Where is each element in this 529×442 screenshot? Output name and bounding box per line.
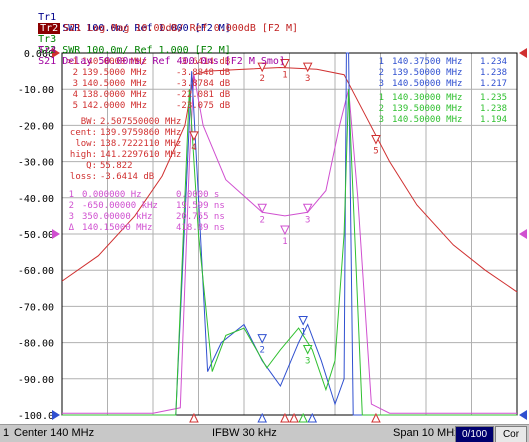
tr4-marker-2-label: 2 [259,215,264,225]
tr4-table-id-3: Δ [69,223,75,233]
bandwidth-label-5: loss: [70,172,97,182]
tr3-table-val-0: 1.235 [480,93,507,103]
y-axis-label: -20.00 [18,121,54,132]
tr2-marker-4-label: 4 [191,143,196,153]
bandwidth-label-1: cent: [70,128,97,138]
status-bar: 1 Center 140 MHz IFBW 30 kHz Span 10 MHz… [0,424,529,442]
tr3-table-freq-1: 139.50000 MHz [392,104,462,114]
tr1-marker-1-label: 1 [300,328,305,338]
bandwidth-value-3: 141.2297610 MHz [100,150,181,160]
y-axis-label: -30.00 [18,158,54,169]
y-axis-label: -100.0 [18,411,54,422]
bandwidth-value-4: 55.822 [100,161,133,171]
bandwidth-label-3: high: [70,150,97,160]
y-axis-label: -40.00 [18,194,54,205]
tr4-table-val-0: 0.0000 s [176,190,219,200]
tr2-table-val-4: -23.075 dB [176,101,230,111]
tr3-table-val-1: 1.238 [480,104,507,114]
tr4-table-val-1: 19.599 ns [176,201,225,211]
bandwidth-value-5: -3.6414 dB [100,172,154,182]
vna-window: 0.000 -10.00 -20.00 -30.00 -40.00 -50.00 -60.0… [0,0,529,442]
tr1-table-val-0: 1.234 [480,57,507,67]
trace-4-label: Tr4 [38,45,57,56]
span-setting[interactable]: Span 10 MHz [393,427,460,439]
tr1-table-val-1: 1.238 [480,68,507,78]
tr1-table-id-2: 3 [379,79,384,89]
tr4-marker-1-label: 1 [282,237,287,247]
tr2-marker-3-label: 3 [305,74,310,84]
tr4-table-freq-3: 140.15000 MHz [82,223,152,233]
bandwidth-value-0: 2.507550000 MHz [100,117,181,127]
tr4-table-val-2: 20.755 ns [176,212,225,222]
tr2-table-val-3: -22.081 dB [176,90,230,100]
bandwidth-label-2: low: [75,139,97,149]
tr3-table-id-1: 2 [379,104,384,114]
tr2-table-id-3: 4 [73,90,78,100]
tr3-table-freq-0: 140.30000 MHz [392,93,462,103]
tr2-table-id-2: 3 [73,79,78,89]
tr4-table-id-2: 3 [69,212,74,222]
bandwidth-value-2: 138.7222110 MHz [100,139,181,149]
tr1-table-val-2: 1.217 [480,79,507,89]
ifbw-setting[interactable]: IFBW 30 kHz [212,427,277,439]
tr4-table-val-3: 418.89 ns [176,223,225,233]
tr2-marker-5-label: 5 [373,147,378,157]
tr4-table-id-1: 2 [69,201,74,211]
tr4-table-freq-0: 0.000000 Hz [82,190,142,200]
center-frequency[interactable]: Center 140 MHz [14,427,94,439]
bandwidth-label-4: Q: [86,161,97,171]
tr1-table-id-1: 2 [379,68,384,78]
tr3-table-id-0: 1 [379,93,384,103]
tr1-table-freq-2: 140.50000 MHz [392,79,462,89]
trace-header: Tr1 S11 SWR 100.0m/ Ref 1.000 [F2 M] Tr2… [0,0,529,67]
tr3-table-freq-2: 140.50000 MHz [392,115,462,125]
channel-number[interactable]: 1 [3,427,9,439]
tr3-marker-3-label: 3 [305,356,310,366]
tr4-table-id-0: 1 [69,190,74,200]
y-axis-label: -10.00 [18,85,54,96]
tr2-table-freq-2: 140.5000 MHz [82,79,147,89]
y-axis-label: -60.00 [18,266,54,277]
correction-indicator[interactable]: Cor [495,426,527,442]
tr1-table-freq-1: 139.50000 MHz [392,68,462,78]
tr3-table-id-2: 3 [379,115,384,125]
trace-4-text: S21 Delay 50.00ns/ Ref 400.0ns [F2 M Smo… [38,56,285,67]
tr2-table-freq-4: 142.0000 MHz [82,101,147,111]
tr2-table-id-4: 5 [73,101,78,111]
y-axis-label: -90.00 [18,375,54,386]
y-axis-label: -70.00 [18,302,54,313]
tr2-table-val-2: -3.8784 dB [176,79,230,89]
y-axis-label: -80.00 [18,339,54,350]
bandwidth-value-1: 139.9759860 MHz [100,128,181,138]
tr4-table-freq-2: 350.00000 kHz [82,212,152,222]
tr2-table-freq-3: 138.0000 MHz [82,90,147,100]
tr1-marker-2-label: 2 [259,346,264,356]
sweep-counter: 0/100 [455,426,494,442]
tr4-table-freq-1: -650.00000 kHz [82,201,158,211]
tr1-table-freq-0: 140.37500 MHz [392,57,462,67]
trace-4-header[interactable]: Tr4 S21 Delay 50.00ns/ Ref 400.0ns [F2 M… [2,34,285,78]
tr3-table-val-2: 1.194 [480,115,507,125]
tr1-table-id-0: 1 [379,57,384,67]
tr4-marker-3-label: 3 [305,215,310,225]
bandwidth-label-0: BW: [81,117,97,127]
y-axis-label: -50.00 [18,230,54,241]
